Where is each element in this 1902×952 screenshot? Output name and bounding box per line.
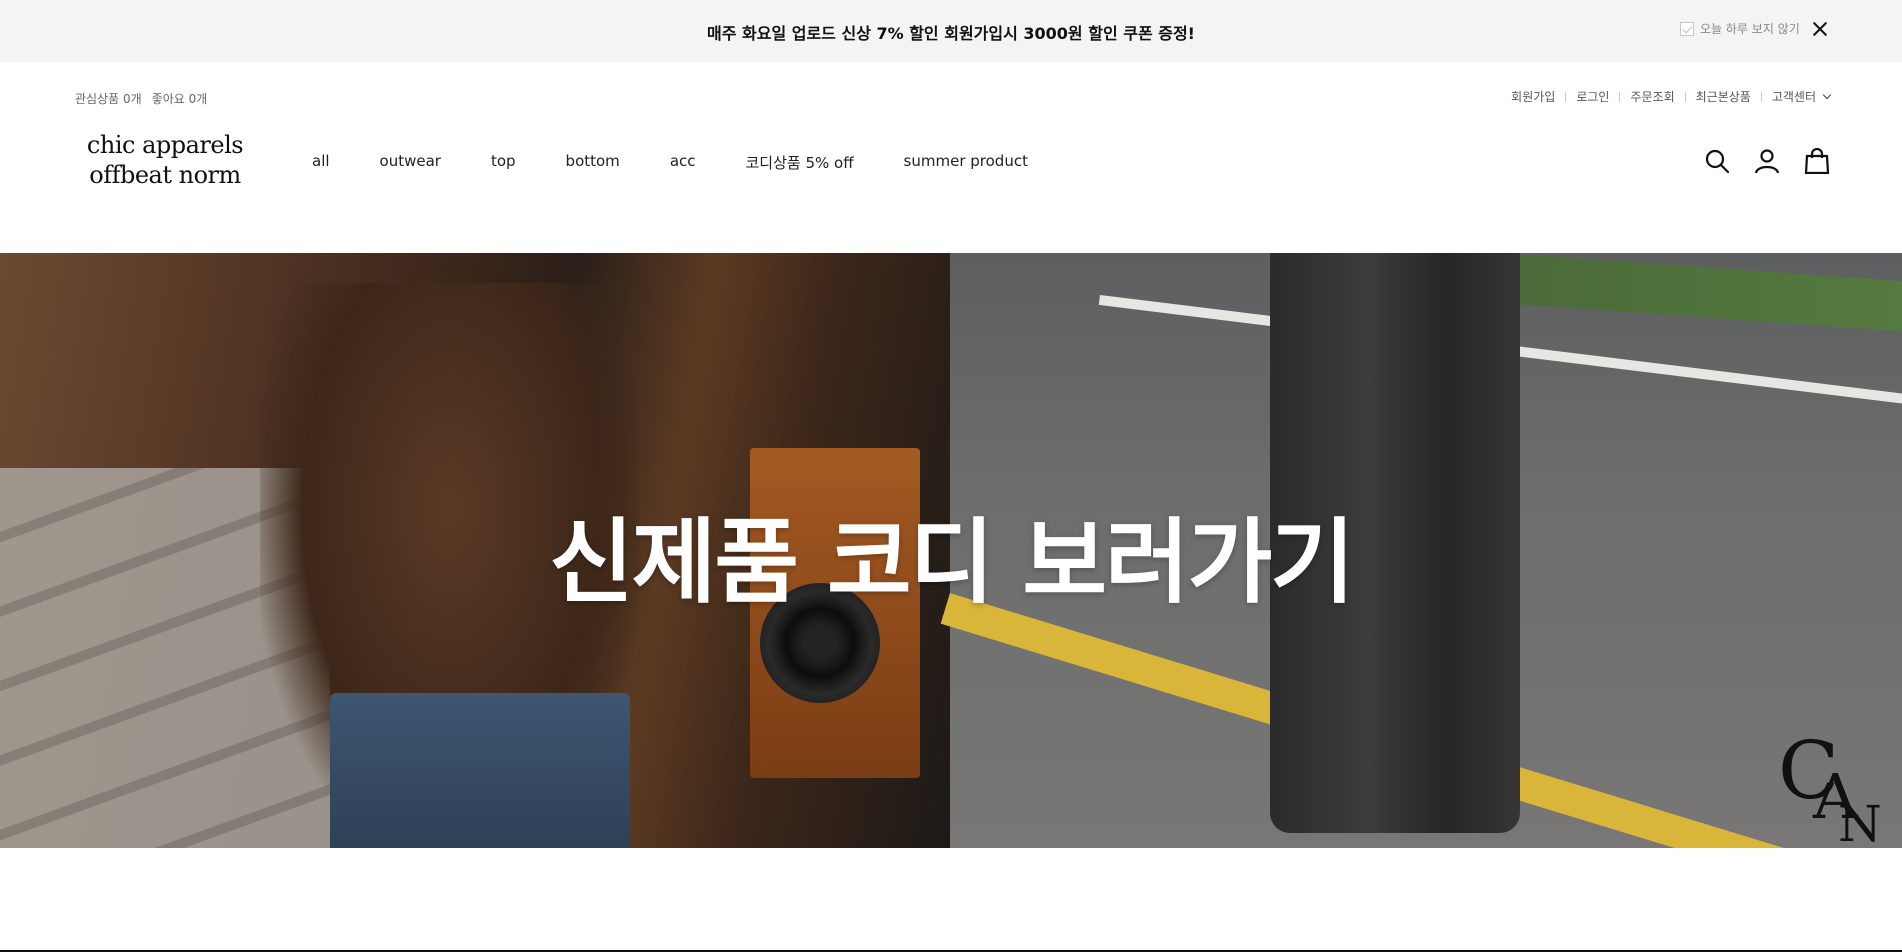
announcement-bar: 매주 화요일 업로드 신상 7% 할인 회원가입시 3000원 할인 쿠폰 증정… [0,0,1902,62]
close-icon[interactable] [1810,19,1830,39]
nav-item-coordi-sale[interactable]: 코디상품 5% off [746,152,854,173]
divider [1684,91,1686,102]
announcement-message: 매주 화요일 업로드 신상 7% 할인 회원가입시 3000원 할인 쿠폰 증정… [707,24,1195,43]
hero-photo-jeans [330,693,630,848]
brand-monogram-icon: C A N [1778,724,1882,843]
hero-banner[interactable]: 신제품 코디 보러가기 C A N [0,253,1902,848]
customer-center-link[interactable]: 고객센터 [1772,88,1816,105]
signup-link[interactable]: 회원가입 [1511,88,1555,105]
search-icon[interactable] [1704,148,1730,174]
nav-item-bottom[interactable]: bottom [566,152,620,173]
nav-item-summer-product[interactable]: summer product [904,152,1028,173]
nav-item-top[interactable]: top [491,152,516,173]
divider [1565,91,1567,102]
login-link[interactable]: 로그인 [1576,88,1609,105]
user-icon[interactable] [1754,148,1780,174]
bag-icon[interactable] [1804,148,1830,174]
utility-menu: 회원가입 로그인 주문조회 최근본상품 고객센터 [1511,88,1832,105]
site-logo[interactable]: chic apparels offbeat norm [75,130,255,190]
likes-count[interactable]: 좋아요 0개 [152,90,208,107]
hide-today-option[interactable]: 오늘 하루 보지 않기 [1680,20,1800,37]
nav-item-acc[interactable]: acc [670,152,696,173]
logo-line-2: offbeat norm [89,161,241,189]
hero-title[interactable]: 신제품 코디 보러가기 [0,488,1902,621]
order-lookup-link[interactable]: 주문조회 [1630,88,1674,105]
divider [1619,91,1621,102]
header-icons [1704,148,1830,174]
nav-item-outwear[interactable]: outwear [380,152,441,173]
recent-products-link[interactable]: 최근본상품 [1696,88,1751,105]
wishlist-summary: 관심상품 0개 좋아요 0개 [75,90,207,107]
main-nav: all outwear top bottom acc 코디상품 5% off s… [312,152,1078,173]
nav-item-all[interactable]: all [312,152,330,173]
svg-text:N: N [1838,795,1882,843]
hide-today-label[interactable]: 오늘 하루 보지 않기 [1700,20,1800,37]
logo-line-1: chic apparels [86,131,244,159]
wishlist-count[interactable]: 관심상품 0개 [75,90,142,107]
divider [1760,91,1762,102]
hide-today-checkbox[interactable] [1680,21,1694,36]
chevron-down-icon[interactable] [1822,90,1832,99]
